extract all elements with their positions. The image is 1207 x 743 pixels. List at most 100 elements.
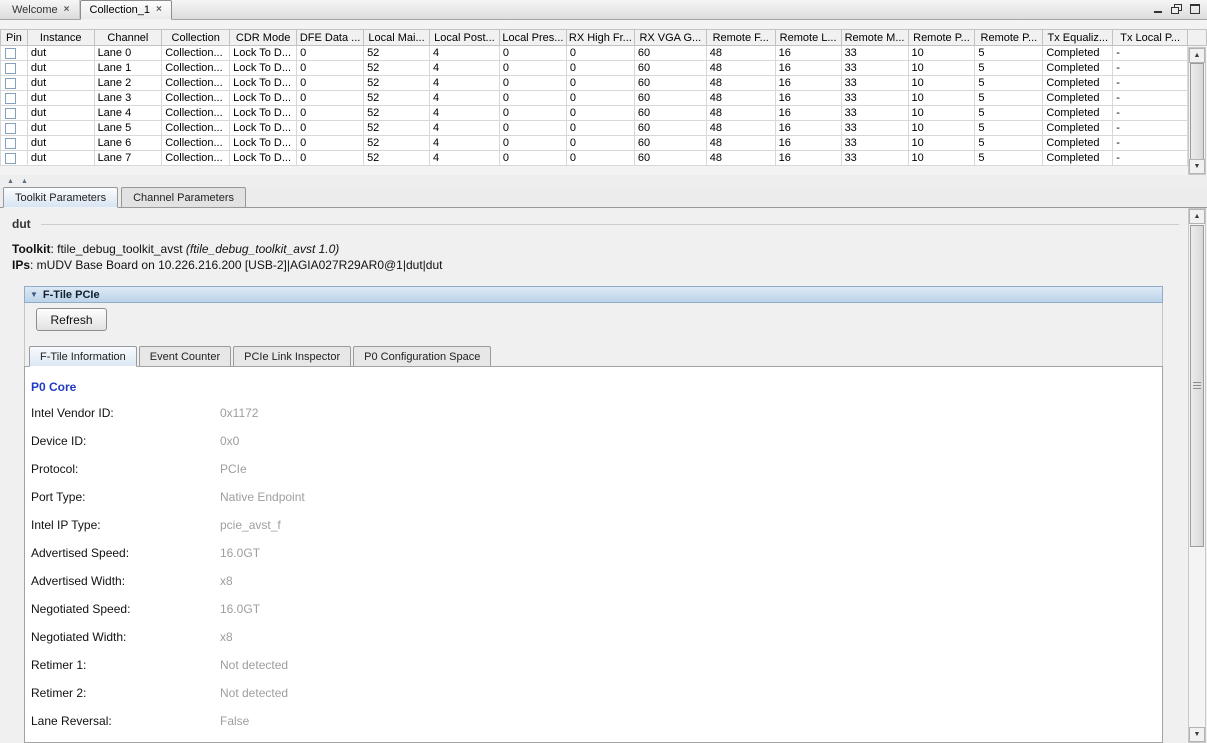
table-cell[interactable]: 5 [975,91,1043,106]
panel-splitter[interactable]: ▲ ▲ [0,175,1207,187]
table-cell[interactable]: 52 [364,136,430,151]
pin-checkbox[interactable] [5,48,16,59]
tab-p0-configuration-space[interactable]: P0 Configuration Space [353,346,491,366]
table-cell[interactable]: 0 [566,46,634,61]
table-cell[interactable]: 16 [775,76,841,91]
table-cell[interactable]: Lock To D... [230,61,297,76]
table-cell[interactable]: Completed [1043,61,1113,76]
pin-checkbox[interactable] [5,108,16,119]
table-cell[interactable]: 0 [499,106,566,121]
tab-f-tile-information[interactable]: F-Tile Information [29,346,137,367]
table-cell[interactable]: Collection... [162,121,230,136]
table-cell[interactable]: Completed [1043,136,1113,151]
table-cell[interactable]: Lane 2 [94,76,162,91]
table-cell[interactable]: - [1113,136,1188,151]
channel-row[interactable]: dutLane 6Collection...Lock To D...052400… [1,136,1207,151]
table-cell[interactable]: 16 [775,121,841,136]
channel-row[interactable]: dutLane 4Collection...Lock To D...052400… [1,106,1207,121]
table-cell[interactable]: 0 [566,121,634,136]
table-cell[interactable]: 4 [429,91,499,106]
restore-icon[interactable] [1171,4,1182,14]
table-cell[interactable]: 0 [297,61,364,76]
view-tab-toolkit-parameters[interactable]: Toolkit Parameters [3,187,118,208]
table-cell[interactable]: 33 [841,151,908,166]
table-cell[interactable]: - [1113,91,1188,106]
close-icon[interactable]: × [156,5,162,15]
table-cell[interactable]: 4 [429,151,499,166]
column-header-tx-equaliz[interactable]: Tx Equaliz... [1043,30,1113,46]
table-cell[interactable]: 5 [975,151,1043,166]
scroll-down-icon[interactable]: ▼ [1189,727,1205,742]
table-cell[interactable]: 0 [566,106,634,121]
table-cell[interactable]: 60 [634,91,706,106]
tab-event-counter[interactable]: Event Counter [139,346,231,366]
column-header-remote-f[interactable]: Remote F... [706,30,775,46]
column-header-collection[interactable]: Collection [162,30,230,46]
table-cell[interactable]: 0 [499,121,566,136]
table-cell[interactable]: 52 [364,91,430,106]
pin-checkbox[interactable] [5,93,16,104]
table-cell[interactable]: Collection... [162,46,230,61]
table-cell[interactable]: Lane 0 [94,46,162,61]
table-cell[interactable]: - [1113,61,1188,76]
channel-row[interactable]: dutLane 0Collection...Lock To D...052400… [1,46,1207,61]
table-cell[interactable]: 0 [297,151,364,166]
pin-checkbox[interactable] [5,153,16,164]
table-cell[interactable]: Completed [1043,151,1113,166]
table-cell[interactable]: Lock To D... [230,151,297,166]
collapse-arrow-icon[interactable]: ▲ [21,178,28,185]
table-cell[interactable]: 60 [634,121,706,136]
table-cell[interactable]: 0 [297,136,364,151]
column-header-cdr-mode[interactable]: CDR Mode [230,30,297,46]
table-cell[interactable]: 48 [706,121,775,136]
table-cell[interactable]: 10 [908,76,975,91]
scrollbar-thumb[interactable] [1190,225,1204,547]
table-cell[interactable]: 5 [975,106,1043,121]
table-cell[interactable]: 48 [706,106,775,121]
close-icon[interactable]: × [64,5,70,15]
table-cell[interactable]: 60 [634,46,706,61]
minimize-icon[interactable] [1153,4,1163,14]
table-cell[interactable]: 0 [499,46,566,61]
pin-checkbox[interactable] [5,78,16,89]
table-cell[interactable]: Lock To D... [230,121,297,136]
table-cell[interactable]: 16 [775,46,841,61]
column-header-remote-l[interactable]: Remote L... [775,30,841,46]
table-cell[interactable]: 10 [908,46,975,61]
table-cell[interactable]: 33 [841,46,908,61]
table-cell[interactable]: 16 [775,136,841,151]
table-cell[interactable]: Lock To D... [230,106,297,121]
table-cell[interactable]: 48 [706,76,775,91]
table-cell[interactable]: 48 [706,46,775,61]
table-cell[interactable]: 5 [975,46,1043,61]
table-cell[interactable]: dut [27,76,94,91]
table-cell[interactable]: dut [27,61,94,76]
table-cell[interactable]: 33 [841,136,908,151]
table-cell[interactable]: 4 [429,136,499,151]
tab-collection-1[interactable]: Collection_1× [80,0,172,20]
tab-pcie-link-inspector[interactable]: PCIe Link Inspector [233,346,351,366]
table-cell[interactable]: 0 [297,76,364,91]
table-cell[interactable]: 10 [908,151,975,166]
table-cell[interactable]: 0 [499,151,566,166]
table-cell[interactable]: dut [27,46,94,61]
channel-row[interactable]: dutLane 1Collection...Lock To D...052400… [1,61,1207,76]
pin-checkbox[interactable] [5,123,16,134]
column-header-channel[interactable]: Channel [94,30,162,46]
table-cell[interactable]: 0 [499,136,566,151]
table-cell[interactable]: 4 [429,121,499,136]
table-cell[interactable]: 10 [908,91,975,106]
table-cell[interactable]: Completed [1043,46,1113,61]
table-cell[interactable]: dut [27,136,94,151]
table-cell[interactable]: Lane 4 [94,106,162,121]
table-cell[interactable]: 60 [634,136,706,151]
table-cell[interactable]: 5 [975,76,1043,91]
table-cell[interactable]: 4 [429,46,499,61]
collapse-arrow-icon[interactable]: ▲ [7,178,14,185]
table-cell[interactable]: 5 [975,61,1043,76]
table-cell[interactable]: 52 [364,106,430,121]
table-cell[interactable]: Collection... [162,61,230,76]
table-cell[interactable]: 52 [364,121,430,136]
table-cell[interactable]: 33 [841,106,908,121]
refresh-button[interactable]: Refresh [36,308,107,331]
